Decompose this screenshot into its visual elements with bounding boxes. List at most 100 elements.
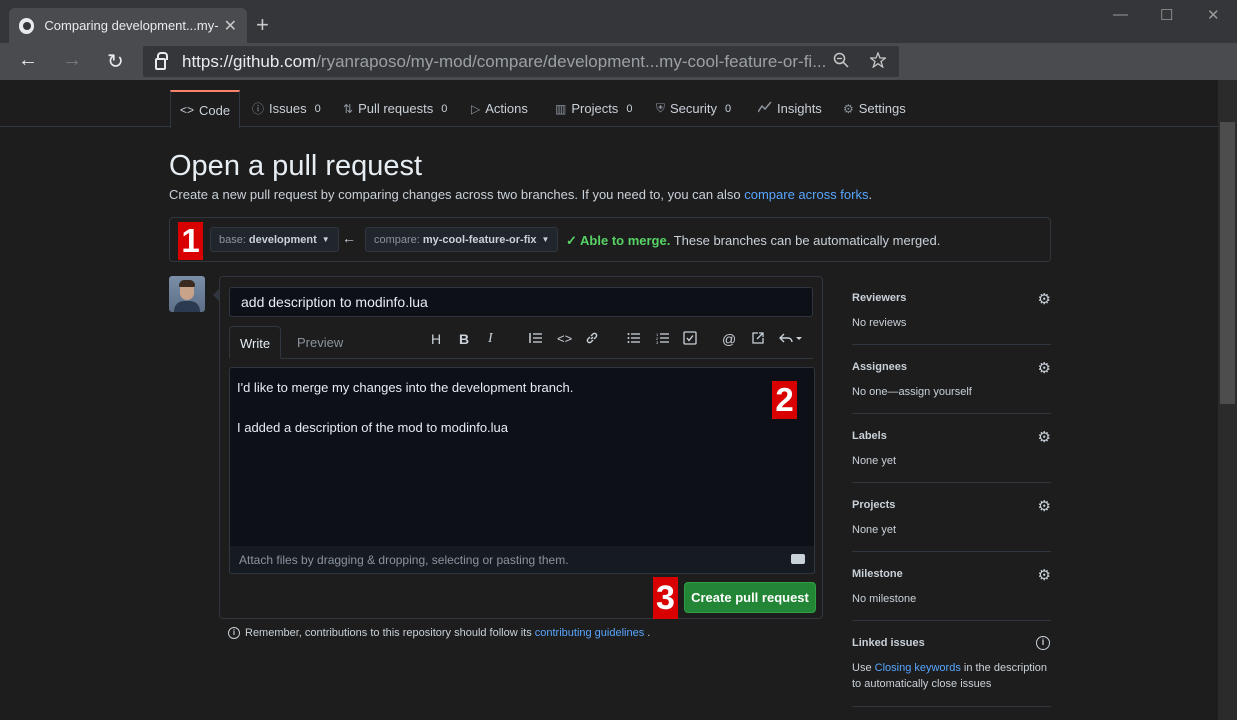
link-icon[interactable] [585, 331, 599, 348]
issue-icon: ⓘ [252, 102, 265, 116]
cross-reference-icon[interactable] [751, 331, 765, 348]
gear-icon[interactable]: ⚙ [1038, 290, 1051, 308]
sidebar-title[interactable]: Labels [852, 430, 887, 442]
pr-body-textarea[interactable]: I'd like to merge my changes into the de… [229, 367, 815, 573]
check-icon: ✓ [566, 233, 581, 248]
tab-insights[interactable]: Insights [757, 90, 822, 127]
tab-write[interactable]: Write [229, 326, 282, 359]
base-branch-name: development [248, 233, 317, 246]
page-title: Open a pull request [169, 150, 423, 182]
contributing-guidelines-link[interactable]: contributing guidelines [535, 627, 644, 639]
unordered-list-icon[interactable] [627, 331, 641, 347]
tab-security[interactable]: ⛨ Security 0 [656, 90, 731, 127]
task-list-icon[interactable] [683, 331, 697, 348]
sidebar-title[interactable]: Assignees [852, 361, 907, 373]
address-bar: ← → ↻ https://github.com/ryanraposo/my-m… [0, 43, 1237, 80]
maximize-button[interactable]: ☐ [1160, 6, 1173, 24]
tab-title: Comparing development...my-cool-feature-… [44, 18, 218, 33]
heading-icon[interactable]: H [431, 331, 441, 347]
ordered-list-icon[interactable]: 123 [656, 331, 670, 347]
sidebar-linked-issues: Linked issues i Use Closing keywords in … [852, 621, 1051, 707]
attach-files-area[interactable]: Attach files by dragging & dropping, sel… [229, 546, 815, 574]
compare-branch-select[interactable]: compare: my-cool-feature-or-fix ▼ [365, 227, 559, 252]
forward-button[interactable]: → [62, 49, 82, 72]
tab-pull-requests[interactable]: ⇅ Pull requests 0 [343, 90, 447, 127]
code-icon[interactable]: <> [557, 331, 572, 346]
compose-box: Write Preview H B I <> 123 @ I'd like to [219, 276, 823, 619]
github-icon [19, 17, 35, 34]
graph-icon [757, 101, 772, 116]
browser-titlebar: Comparing development...my-cool-feature-… [0, 0, 1237, 43]
gear-icon[interactable]: ⚙ [1038, 428, 1051, 446]
saved-reply-icon[interactable] [779, 331, 803, 347]
sidebar-title[interactable]: Projects [852, 499, 895, 511]
browser-tab[interactable]: Comparing development...my-cool-feature-… [9, 8, 247, 43]
subtitle-end: . [868, 187, 873, 202]
zoom-icon[interactable] [833, 52, 849, 73]
minimize-button[interactable]: — [1113, 6, 1128, 23]
base-branch-select[interactable]: base: development ▼ [210, 227, 339, 252]
tab-close-icon[interactable]: ✕ [224, 16, 237, 36]
tab-label: Projects [571, 101, 619, 116]
gear-icon[interactable]: ⚙ [1038, 497, 1051, 515]
caret-down-icon: ▼ [321, 235, 330, 244]
tabs-divider [229, 358, 813, 359]
tab-label: Security [670, 101, 717, 116]
gear-icon[interactable]: ⚙ [1038, 359, 1051, 377]
avatar [169, 276, 205, 312]
sidebar-title[interactable]: Milestone [852, 568, 903, 580]
arrow-left-icon: ← [342, 230, 356, 246]
italic-icon[interactable]: I [488, 331, 493, 347]
markdown-icon [791, 554, 805, 564]
close-window-button[interactable]: ✕ [1207, 6, 1220, 24]
branch-range: 1 base: development ▼ ← compare: my-cool-fe… [169, 217, 1051, 262]
info-icon[interactable]: i [1036, 636, 1050, 650]
compare-forks-link[interactable]: compare across forks [744, 187, 868, 202]
tab-label: Code [199, 102, 231, 118]
gear-icon[interactable]: ⚙ [1038, 566, 1051, 584]
tab-label: Settings [858, 101, 906, 116]
compare-branch-name: my-cool-feature-or-fix [422, 233, 537, 246]
tab-label: Issues [269, 101, 307, 116]
bold-icon[interactable]: B [459, 331, 469, 347]
sidebar-title[interactable]: Reviewers [852, 292, 906, 304]
tab-settings[interactable]: ⚙ Settings [843, 90, 906, 127]
shield-icon: ⛨ [656, 101, 666, 115]
sidebar-value: Use Closing keywords in the description … [852, 660, 1051, 692]
pr-title-input[interactable] [229, 287, 813, 317]
contribution-note: i Remember, contributions to this reposi… [228, 627, 650, 639]
sidebar-value: No milestone [852, 593, 917, 605]
tab-label: Pull requests [358, 101, 434, 116]
tab-preview[interactable]: Preview [287, 326, 353, 359]
attach-hint: Attach files by dragging & dropping, sel… [239, 553, 569, 567]
create-pull-request-button[interactable]: Create pull request [684, 582, 816, 613]
back-button[interactable]: ← [18, 49, 38, 72]
sidebar-milestone: Milestone ⚙ No milestone [852, 552, 1051, 621]
merge-text: These branches can be automatically merg… [670, 233, 941, 248]
star-icon[interactable] [868, 51, 888, 73]
tab-label: Insights [777, 101, 822, 116]
mention-icon[interactable]: @ [722, 331, 736, 347]
quote-icon[interactable] [529, 331, 543, 347]
tab-projects[interactable]: ▥ Projects 0 [555, 90, 632, 127]
tab-actions[interactable]: ▷ Actions [471, 90, 528, 127]
url-field[interactable]: https://github.com/ryanraposo/my-mod/com… [143, 46, 899, 77]
annotation-2: 2 [772, 381, 797, 419]
tab-issues[interactable]: ⓘ Issues 0 [252, 90, 321, 127]
sidebar-title: Linked issues [852, 637, 925, 649]
play-icon: ▷ [471, 101, 481, 116]
annotation-3: 3 [653, 577, 678, 619]
reload-button[interactable]: ↻ [107, 49, 124, 74]
remember-text: Remember, contributions to this reposito… [245, 627, 532, 639]
tab-label: Actions [485, 101, 528, 116]
page-scrollbar[interactable] [1218, 80, 1237, 720]
sidebar-value[interactable]: No one—assign yourself [852, 384, 972, 400]
scrollbar-thumb[interactable] [1220, 122, 1235, 404]
url-text: https://github.com/ryanraposo/my-mod/com… [182, 51, 827, 71]
sidebar-value: None yet [852, 455, 897, 467]
compare-prefix: compare: [374, 233, 420, 246]
tab-code[interactable]: <> Code [170, 90, 241, 128]
code-icon: <> [180, 103, 195, 117]
closing-keywords-link[interactable]: Closing keywords [875, 662, 961, 674]
new-tab-button[interactable]: + [256, 12, 269, 38]
